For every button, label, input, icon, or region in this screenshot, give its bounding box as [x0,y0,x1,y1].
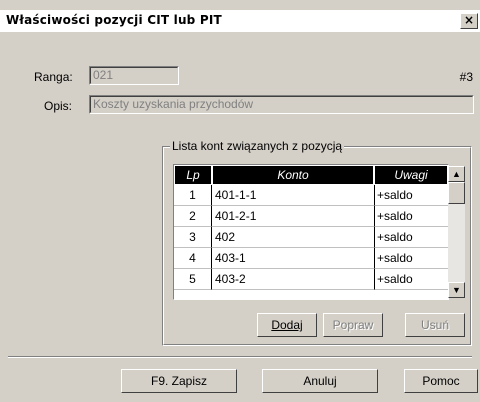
table-row[interactable]: 2 401-2-1 +saldo [174,206,448,227]
opis-field[interactable]: Koszty uzyskania przychodów [89,95,474,114]
arrow-up-icon: ▲ [452,169,461,179]
cell-uwagi: +saldo [375,227,448,248]
cell-lp: 5 [174,269,212,290]
close-icon: × [463,13,475,27]
window-title: Właściwości pozycji CIT lub PIT [6,13,222,27]
opis-label: Opis: [44,99,73,113]
cell-uwagi: +saldo [375,206,448,227]
cell-uwagi: +saldo [375,185,448,206]
scroll-thumb[interactable] [448,182,465,204]
help-button-label: Pomoc [422,374,460,388]
cell-lp: 1 [174,185,212,206]
delete-button-label: Usuń [420,318,449,332]
table-row[interactable]: 4 403-1 +saldo [174,248,448,269]
cell-lp: 3 [174,227,212,248]
scroll-down-button[interactable]: ▼ [448,282,465,298]
add-button-label: Dodaj [271,318,303,332]
cell-konto: 403-1 [212,248,375,269]
delete-button[interactable]: Usuń [405,313,465,337]
save-button-label: F9. Zapisz [150,374,207,388]
scroll-up-button[interactable]: ▲ [448,166,465,182]
table-row[interactable]: 3 402 +saldo [174,227,448,248]
cell-konto: 401-1-1 [212,185,375,206]
title-bar: Właściwości pozycji CIT lub PIT × [0,10,480,32]
arrow-down-icon: ▼ [452,285,461,295]
cancel-button-label: Anuluj [303,374,337,388]
edit-button-label: Popraw [332,318,374,332]
ranga-field[interactable]: 021 [89,66,179,85]
footer-separator [8,356,472,358]
dialog-window: Właściwości pozycji CIT lub PIT × Ranga:… [0,0,480,402]
column-header-uwagi[interactable]: Uwagi [375,166,447,184]
help-button[interactable]: Pomoc [404,369,478,393]
cell-konto: 401-2-1 [212,206,375,227]
table-row[interactable]: 5 403-2 +saldo [174,269,448,290]
accounts-table[interactable]: Lp Konto Uwagi 1 401-1-1 +saldo 2 401-2-… [173,164,449,300]
cell-konto: 403-2 [212,269,375,290]
cancel-button[interactable]: Anuluj [262,369,378,393]
column-header-lp[interactable]: Lp [175,166,211,184]
cell-konto: 402 [212,227,375,248]
save-button[interactable]: F9. Zapisz [121,369,237,393]
add-button[interactable]: Dodaj [257,313,317,337]
edit-button[interactable]: Popraw [323,313,383,337]
accounts-group-title: Lista kont związanych z pozycją [170,139,345,153]
table-row[interactable]: 1 401-1-1 +saldo [174,185,448,206]
table-scrollbar[interactable]: ▲ ▼ [448,166,465,298]
record-index: #3 [459,70,473,84]
cell-lp: 2 [174,206,212,227]
opis-value: Koszty uzyskania przychodów [93,97,254,111]
close-button[interactable]: × [460,13,478,29]
column-header-konto[interactable]: Konto [213,166,373,184]
cell-lp: 4 [174,248,212,269]
cell-uwagi: +saldo [375,248,448,269]
ranga-label: Ranga: [34,70,73,84]
cell-uwagi: +saldo [375,269,448,290]
ranga-value: 021 [93,68,114,82]
